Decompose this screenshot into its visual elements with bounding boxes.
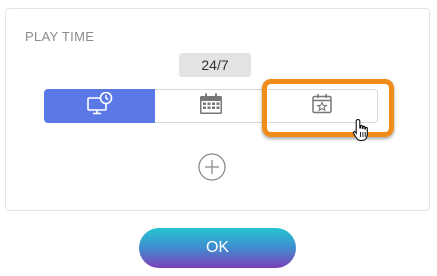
mode-always-button[interactable] xyxy=(44,89,155,123)
mode-calendar-button[interactable] xyxy=(155,89,267,123)
section-title: PLAY TIME xyxy=(25,29,95,44)
hand-cursor-icon xyxy=(352,118,370,142)
plus-circle-icon xyxy=(198,153,226,185)
calendar-icon xyxy=(198,92,224,121)
highlight-outline xyxy=(262,79,394,137)
ok-button[interactable]: OK xyxy=(139,228,296,268)
add-schedule-button[interactable] xyxy=(198,153,226,181)
schedule-badge: 24/7 xyxy=(179,53,251,77)
monitor-clock-icon xyxy=(86,91,114,121)
